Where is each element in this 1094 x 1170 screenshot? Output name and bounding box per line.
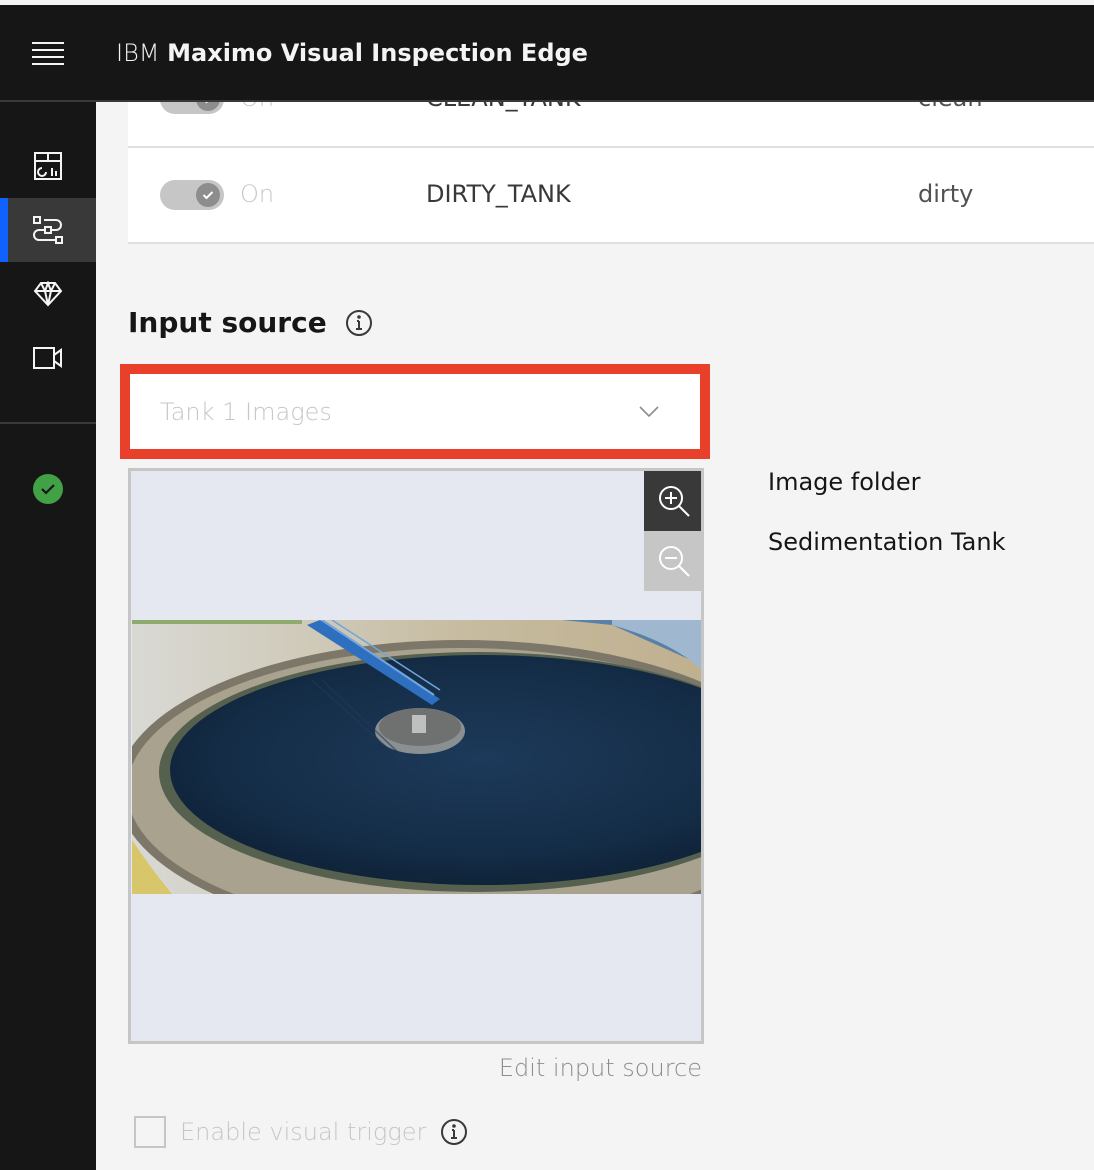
zoom-out-button[interactable] (644, 531, 701, 591)
app-title[interactable]: IBM Maximo Visual Inspection Edge (116, 39, 588, 67)
sidebar-item-dashboard[interactable] (0, 134, 96, 198)
section-title-input-source: Input source (128, 306, 373, 339)
section-title-text: Input source (128, 306, 327, 339)
sidebar-item-input-sources[interactable] (0, 326, 96, 390)
toggle-state-label: On (240, 180, 275, 208)
checkmark-filled-icon (33, 474, 63, 504)
class-name: CLEAN_TANK (426, 102, 581, 112)
hamburger-menu-icon (32, 41, 64, 65)
video-camera-icon (33, 347, 62, 369)
rule-toggle[interactable] (160, 180, 224, 210)
sidebar-item-models[interactable] (0, 262, 96, 326)
image-preview (128, 468, 704, 1044)
main-content: On CLEAN_TANK clean On DIRTY_TANK dirty … (96, 102, 1094, 1170)
edit-input-source-link[interactable]: Edit input source (484, 1054, 702, 1082)
table-row: On CLEAN_TANK clean (128, 102, 1094, 148)
app-brand: IBM (116, 38, 160, 67)
app-header: IBM Maximo Visual Inspection Edge (0, 5, 1094, 100)
dashboard-icon (34, 152, 62, 180)
enable-visual-trigger-label: Enable visual trigger (180, 1118, 427, 1146)
class-label: clean (918, 102, 983, 112)
input-source-dropdown[interactable]: Tank 1 Images (130, 374, 700, 449)
class-name: DIRTY_TANK (426, 180, 571, 208)
rule-toggle[interactable] (160, 102, 224, 114)
menu-button[interactable] (0, 5, 96, 100)
diamond-model-icon (33, 281, 63, 307)
checkmark-icon (196, 102, 220, 111)
enable-visual-trigger-checkbox[interactable] (134, 1116, 166, 1148)
toggle-state-label: On (240, 102, 274, 112)
visual-trigger-row: Enable visual trigger (134, 1116, 468, 1148)
dropdown-selected-value: Tank 1 Images (160, 397, 332, 426)
app-product-name: Maximo Visual Inspection Edge (167, 38, 588, 67)
table-row: On DIRTY_TANK dirty (128, 148, 1094, 244)
sidebar-divider (0, 422, 96, 424)
tank-image (132, 620, 701, 894)
zoom-in-icon (659, 486, 690, 517)
class-label: dirty (918, 180, 974, 208)
sidebar (0, 102, 96, 1170)
input-source-type: Image folder (768, 468, 921, 496)
sidebar-item-inspections[interactable] (0, 198, 96, 262)
chevron-down-icon (639, 406, 659, 418)
checkmark-icon (196, 183, 220, 207)
rules-table: On CLEAN_TANK clean On DIRTY_TANK dirty (128, 102, 1094, 244)
flow-icon (33, 216, 63, 244)
dropdown-highlight-box: Tank 1 Images (120, 364, 710, 459)
input-source-name: Sedimentation Tank (768, 528, 1006, 556)
information-icon[interactable] (345, 309, 373, 337)
zoom-out-icon (659, 546, 690, 577)
zoom-in-button[interactable] (644, 471, 701, 531)
information-icon[interactable] (440, 1118, 468, 1146)
